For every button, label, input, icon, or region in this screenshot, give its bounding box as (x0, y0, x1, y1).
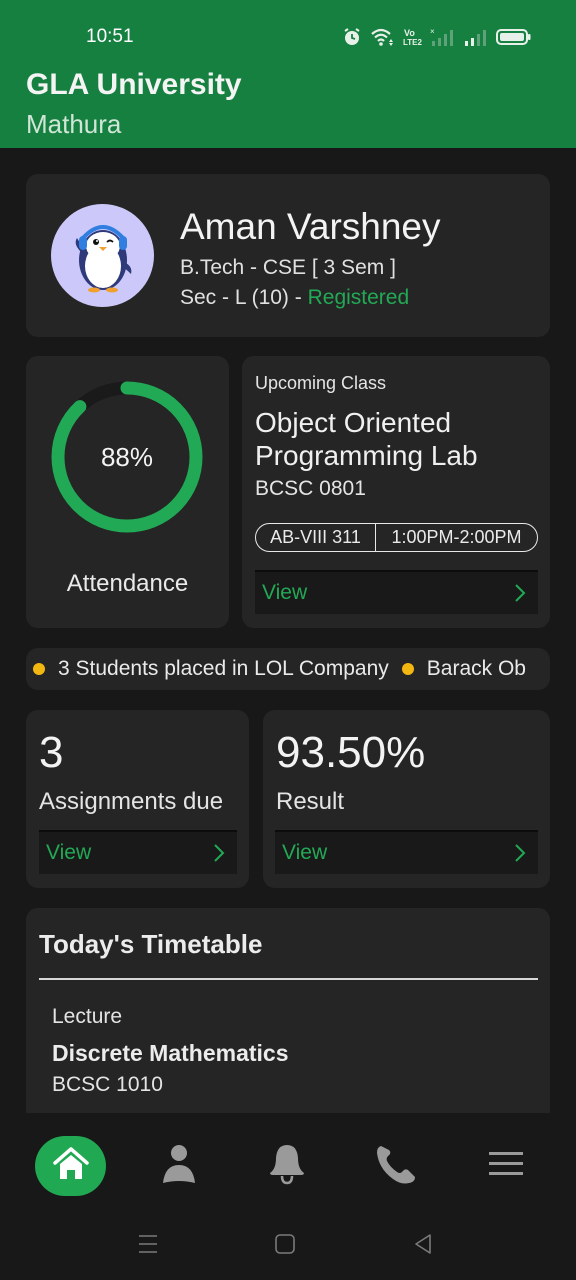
signal-sim1-icon: × (430, 27, 456, 47)
nav-notifications[interactable] (251, 1135, 323, 1197)
registration-status: Registered (307, 286, 410, 309)
upcoming-class-view-button[interactable]: View (255, 570, 538, 614)
app-title: GLA University (26, 68, 242, 101)
bullet-dot-icon (401, 663, 414, 675)
upcoming-class-title: Object Oriented Programming Lab (255, 407, 478, 471)
view-label: View (282, 841, 328, 864)
attendance-percent: 88% (100, 441, 154, 472)
phone-icon (375, 1143, 417, 1190)
entry-code: BCSC 1010 (52, 1073, 163, 1096)
bottom-navigation (0, 1113, 576, 1280)
view-label: View (262, 581, 308, 604)
timetable-card: Today's Timetable Lecture Discrete Mathe… (26, 908, 550, 1128)
attendance-label: Attendance (66, 570, 189, 597)
ticker-text: Barack Ob (426, 657, 526, 680)
status-time: 10:51 (86, 26, 134, 47)
status-icons: Vo LTE2 × (342, 25, 532, 49)
alarm-icon (342, 27, 362, 47)
back-icon (412, 1233, 434, 1260)
chevron-right-icon (514, 583, 526, 603)
entry-type: Lecture (52, 1005, 123, 1028)
svg-text:LTE2: LTE2 (403, 38, 422, 47)
student-section: Sec - L (10) - Registered (180, 286, 409, 310)
app-header: 10:51 Vo LTE2 × GLA University Mathura (0, 0, 576, 148)
class-location-time-pill: AB-VIII 311 1:00PM-2:00PM (255, 523, 538, 552)
system-recents-button[interactable] (133, 1231, 163, 1261)
penguin-avatar (51, 204, 154, 307)
timetable-divider (39, 978, 538, 980)
class-time: 1:00PM-2:00PM (391, 527, 522, 547)
nav-profile[interactable] (143, 1135, 215, 1197)
entry-subject: Discrete Mathematics (52, 1040, 289, 1066)
system-back-button[interactable] (408, 1231, 438, 1261)
home-square-icon (274, 1233, 296, 1260)
signal-sim2-icon (464, 27, 488, 47)
student-name: Aman Varshney (180, 206, 441, 247)
nav-menu[interactable] (470, 1135, 542, 1197)
ticker-item[interactable]: Barack Ob (395, 657, 526, 681)
result-card: 93.50% Result View (263, 710, 550, 888)
section-text: Sec - L (10) - (180, 286, 308, 309)
result-value: 93.50% (276, 728, 426, 777)
assignments-label: Assignments due (39, 788, 224, 815)
profile-card[interactable]: Aman Varshney B.Tech - CSE [ 3 Sem ] Sec… (26, 174, 550, 337)
chevron-right-icon (213, 843, 225, 863)
student-course: B.Tech - CSE [ 3 Sem ] (180, 256, 396, 279)
recents-icon (137, 1233, 159, 1260)
class-room: AB-VIII 311 (256, 524, 376, 551)
home-icon (52, 1146, 90, 1187)
timetable-title: Today's Timetable (39, 929, 263, 959)
assignments-card: 3 Assignments due View (26, 710, 249, 888)
upcoming-class-label: Upcoming Class (255, 373, 387, 393)
view-label: View (46, 841, 92, 864)
profile-icon (162, 1143, 196, 1190)
bullet-dot-icon (33, 663, 45, 675)
attendance-card[interactable]: 88% Attendance (26, 356, 229, 628)
ticker-item[interactable]: 3 Students placed in LOL Company (26, 657, 389, 681)
ticker-text: 3 Students placed in LOL Company (58, 657, 389, 680)
result-label: Result (276, 788, 345, 815)
volte-icon: Vo LTE2 (402, 27, 422, 47)
assignments-view-button[interactable]: View (39, 830, 237, 874)
system-home-button[interactable] (270, 1231, 300, 1261)
battery-icon (496, 27, 532, 47)
app-subtitle: Mathura (26, 109, 122, 139)
chevron-right-icon (514, 843, 526, 863)
nav-home[interactable] (35, 1136, 106, 1196)
svg-text:Vo: Vo (404, 28, 415, 38)
upcoming-class-code: BCSC 0801 (255, 477, 366, 500)
wifi-icon (370, 27, 394, 47)
news-ticker[interactable]: 3 Students placed in LOL Company Barack … (26, 648, 550, 690)
result-view-button[interactable]: View (275, 830, 538, 874)
menu-icon (488, 1150, 524, 1183)
upcoming-class-card: Upcoming Class Object Oriented Programmi… (242, 356, 550, 628)
assignments-count: 3 (39, 728, 64, 777)
bell-icon (269, 1143, 305, 1190)
svg-text:×: × (430, 27, 435, 36)
nav-contact[interactable] (360, 1135, 432, 1197)
